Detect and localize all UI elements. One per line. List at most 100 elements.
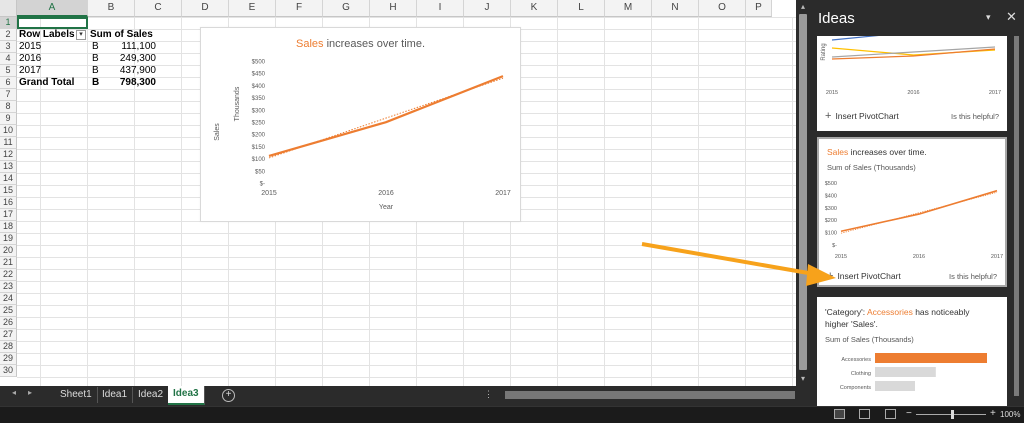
pivot-row-label[interactable]: 2017 [19,65,88,77]
add-sheet-icon[interactable]: + [222,389,235,402]
column-header-m[interactable]: M [605,0,652,17]
vertical-scroll-thumb[interactable] [799,14,807,370]
insert-pivotchart-button-1[interactable]: + Insert PivotChart [825,110,899,122]
vertical-scrollbar[interactable]: ▴ ▾ [796,0,810,386]
x-tick-label: 2015 [835,254,847,260]
column-header-h[interactable]: H [370,0,417,17]
row-header-13[interactable]: 13 [0,161,17,173]
column-header-i[interactable]: I [417,0,464,17]
row-header-30[interactable]: 30 [0,365,17,377]
tab-next-icon[interactable]: ▸ [28,388,32,397]
pivot-filter-dropdown[interactable]: ▾ [76,30,86,40]
row-header-10[interactable]: 10 [0,125,17,137]
row-header-25[interactable]: 25 [0,305,17,317]
row-header-5[interactable]: 5 [0,65,17,77]
page-layout-icon[interactable] [859,409,870,419]
pivot-row-label[interactable]: 2015 [19,41,88,53]
row-header-28[interactable]: 28 [0,341,17,353]
idea-card-rating[interactable]: Rating 2015 2016 2017 + Insert PivotChart Is… [817,36,1007,131]
row-header-3[interactable]: 3 [0,41,17,53]
horizontal-scrollbar[interactable] [505,391,795,399]
column-header-o[interactable]: O [699,0,746,17]
zoom-level[interactable]: 100% [1000,410,1020,419]
row-header-2[interactable]: 2 [0,29,17,41]
pivot-total-value[interactable]: 798,300 [100,77,156,89]
row-header-14[interactable]: 14 [0,173,17,185]
y-tick-label: $400 [825,193,837,199]
tab-idea3[interactable]: Idea3 [168,386,205,405]
column-header-c[interactable]: C [135,0,182,17]
hscroll-left-icon[interactable]: ⋮ [484,389,493,400]
tab-sheet1[interactable]: Sheet1 [55,387,98,403]
pivot-header-sum-of-sales[interactable]: Sum of Sales [90,29,160,41]
column-header-b[interactable]: B [88,0,135,17]
column-header-a[interactable]: A [17,0,88,17]
scroll-down-icon[interactable]: ▾ [799,375,807,383]
select-all-corner[interactable] [0,0,17,17]
ideas-scroll-thumb[interactable] [1014,36,1019,396]
row-header-6[interactable]: 6 [0,77,17,89]
column-header-k[interactable]: K [511,0,558,17]
row-header-27[interactable]: 27 [0,329,17,341]
row-header-1[interactable]: 1 [0,17,17,29]
row-header-8[interactable]: 8 [0,101,17,113]
ideas-pane-scrollbar[interactable] [1012,36,1020,398]
active-cell-indicator [17,17,88,29]
row-header-7[interactable]: 7 [0,89,17,101]
pivot-row-label[interactable]: 2016 [19,53,88,65]
y-tick-label: $250 [252,121,266,127]
column-header-n[interactable]: N [652,0,699,17]
column-header-l[interactable]: L [558,0,605,17]
row-header-22[interactable]: 22 [0,269,17,281]
row-header-24[interactable]: 24 [0,293,17,305]
row-header-20[interactable]: 20 [0,245,17,257]
column-header-p[interactable]: P [746,0,772,17]
row-header-12[interactable]: 12 [0,149,17,161]
tab-idea2[interactable]: Idea2 [133,387,170,403]
pivot-row-value[interactable]: 111,100 [100,41,156,53]
is-helpful-link-1[interactable]: Is this helpful? [951,112,999,121]
column-header-d[interactable]: D [182,0,229,17]
zoom-in-icon[interactable]: + [990,408,996,419]
column-header-j[interactable]: J [464,0,511,17]
idea-card-category[interactable]: 'Category': Accessories has noticeably h… [817,297,1007,406]
row-header-15[interactable]: 15 [0,185,17,197]
zoom-slider-handle[interactable] [951,410,954,419]
page-break-preview-icon[interactable] [885,409,896,419]
column-header-e[interactable]: E [229,0,276,17]
column-header-g[interactable]: G [323,0,370,17]
row-header-4[interactable]: 4 [0,53,17,65]
row-header-19[interactable]: 19 [0,233,17,245]
normal-view-icon[interactable] [834,409,845,419]
x-tick-label: 2017 [991,254,1003,260]
row-header-16[interactable]: 16 [0,197,17,209]
pane-options-icon[interactable]: ▾ [986,12,991,23]
tab-prev-icon[interactable]: ◂ [12,388,16,397]
close-pane-icon[interactable]: ✕ [1006,9,1017,25]
x-tick-label: 2017 [495,190,511,197]
pivot-row-value[interactable]: 249,300 [100,53,156,65]
y-tick-label: $200 [825,218,837,224]
spreadsheet-area[interactable]: ABCDEFGHIJKLMNOP 1 2 3 4 5 6 7 8 9 10 11 12 13 14 15 16… [0,0,796,386]
row-header-23[interactable]: 23 [0,281,17,293]
row-header-17[interactable]: 17 [0,209,17,221]
tab-idea1[interactable]: Idea1 [97,387,134,403]
pivot-row-value[interactable]: 437,900 [100,65,156,77]
row-header-21[interactable]: 21 [0,257,17,269]
bar-category-label: Clothing [851,371,871,377]
is-helpful-link-2[interactable]: Is this helpful? [949,272,997,281]
row-header-29[interactable]: 29 [0,353,17,365]
scroll-up-icon[interactable]: ▴ [799,3,807,11]
sales-line-chart[interactable]: Sales increases over time. $- $50 $100 $150… [200,27,521,222]
column-header-f[interactable]: F [276,0,323,17]
row-header-11[interactable]: 11 [0,137,17,149]
zoom-out-icon[interactable]: − [906,408,912,419]
row-header-9[interactable]: 9 [0,113,17,125]
insert-pivotchart-button-2[interactable]: + Insert PivotChart [827,270,901,282]
plus-icon: + [827,270,834,282]
y-tick-label: $- [260,182,265,188]
row-header-18[interactable]: 18 [0,221,17,233]
pivot-total-label[interactable]: Grand Total [19,77,88,89]
idea-card-sales-trend[interactable]: Sales increases over time. Sum of Sales … [817,137,1007,287]
row-header-26[interactable]: 26 [0,317,17,329]
